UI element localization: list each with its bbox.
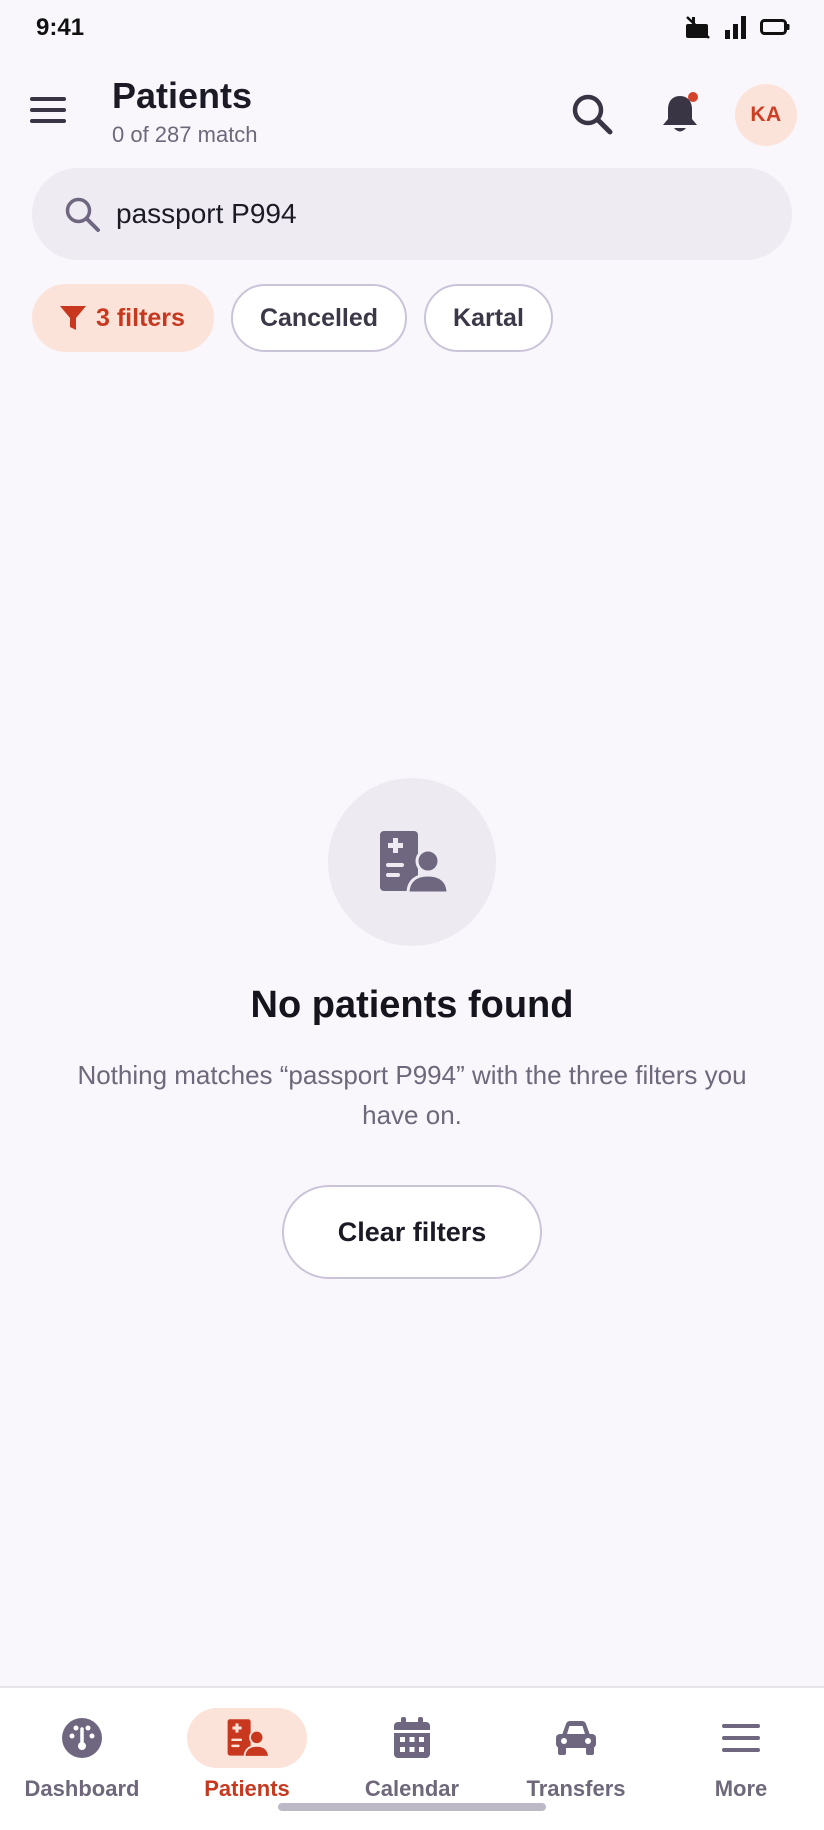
avatar[interactable]: KA: [735, 84, 797, 146]
status-icons: [684, 14, 790, 40]
car-icon: [556, 1721, 596, 1755]
nav-item-dashboard[interactable]: Dashboard: [0, 1708, 164, 1818]
signal-icon: [724, 14, 748, 40]
nav-item-transfers[interactable]: Transfers: [494, 1708, 658, 1818]
nav-icon-wrap: [352, 1708, 472, 1768]
app-bar: Patients 0 of 287 match KA: [0, 70, 824, 160]
filter-chip-cancelled[interactable]: Cancelled: [230, 284, 408, 352]
nav-label: More: [714, 1776, 768, 1801]
battery-icon: [760, 18, 790, 36]
notification-badge: [688, 92, 698, 102]
empty-state-title: No patients found: [250, 984, 574, 1026]
nav-label: Transfers: [526, 1776, 626, 1801]
menu-button[interactable]: [22, 84, 74, 136]
patient-file-icon: [227, 1719, 269, 1758]
search-icon: [572, 94, 613, 135]
funnel-icon: [60, 306, 86, 330]
filter-chips: 3 filters Cancelled Kartal: [32, 284, 553, 352]
nav-label: Calendar: [364, 1776, 460, 1801]
clear-filters-button[interactable]: Clear filters: [282, 1185, 542, 1279]
calendar-icon: [394, 1717, 430, 1758]
nav-label: Dashboard: [24, 1776, 140, 1801]
menu-icon: [722, 1724, 760, 1752]
nav-icon-wrap: [681, 1708, 801, 1768]
nav-item-calendar[interactable]: Calendar: [330, 1708, 494, 1818]
gauge-icon: [62, 1718, 102, 1758]
status-bar: 9:41: [0, 0, 824, 56]
search-bar[interactable]: [32, 168, 792, 260]
search-icon: [58, 190, 106, 238]
status-time: 9:41: [36, 14, 85, 41]
notifications-button[interactable]: [650, 84, 710, 144]
search-button[interactable]: [562, 84, 622, 144]
page-title: Patients: [112, 75, 253, 116]
nav-label: Patients: [204, 1776, 290, 1801]
filter-chip-kartal[interactable]: Kartal: [424, 284, 553, 352]
nav-icon-wrap: [22, 1708, 142, 1768]
nav-item-more[interactable]: More: [659, 1708, 823, 1818]
empty-state-message: Nothing matches “passport P994” with the…: [77, 1060, 747, 1130]
match-count: 0 of 287 match: [112, 122, 258, 147]
hamburger-icon: [30, 97, 66, 123]
patient-file-icon: [380, 831, 448, 895]
nav-icon-wrap: [187, 1708, 307, 1768]
do-not-disturb-icon: [684, 14, 712, 40]
nav-item-patients[interactable]: Patients: [165, 1708, 329, 1818]
empty-state-illustration: [328, 778, 496, 946]
home-indicator: [278, 1803, 546, 1811]
nav-icon-wrap: [516, 1708, 636, 1768]
filters-chip[interactable]: 3 filters: [32, 284, 214, 352]
title-block: Patients 0 of 287 match: [112, 74, 258, 150]
filters-chip-label: 3 filters: [96, 303, 185, 332]
search-input[interactable]: [116, 198, 716, 230]
